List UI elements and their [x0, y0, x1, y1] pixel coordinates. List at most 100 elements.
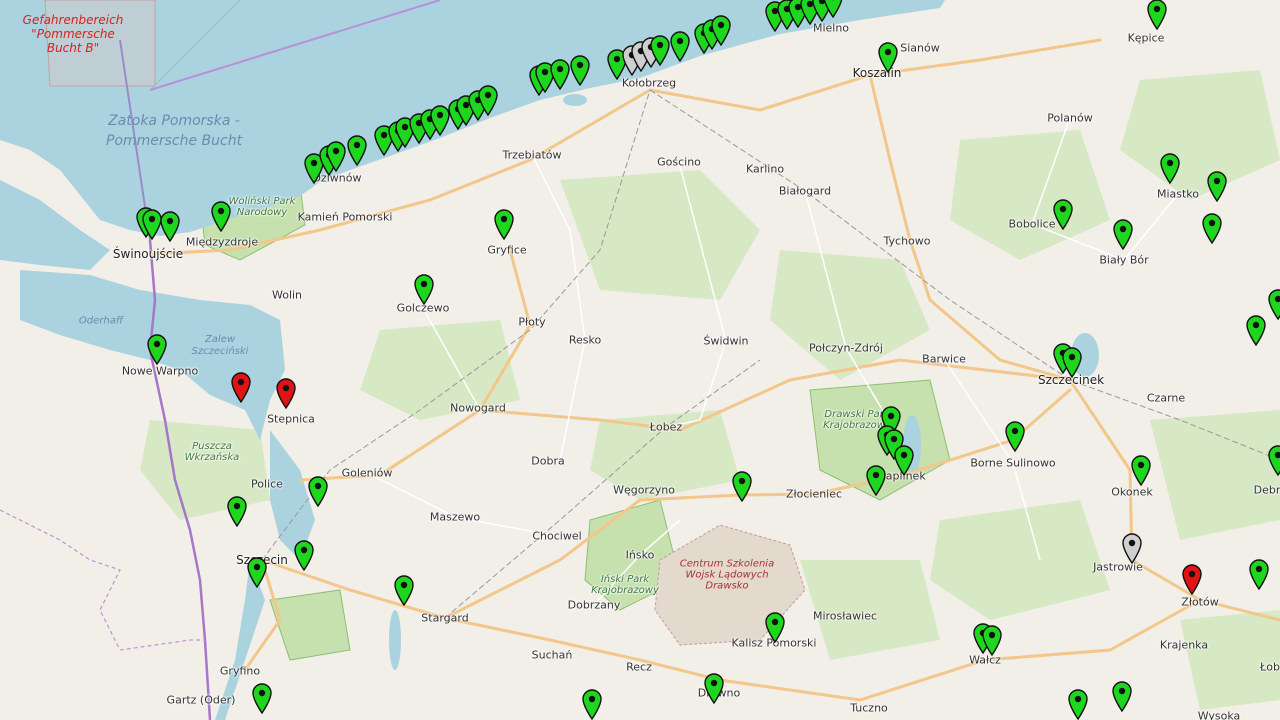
place-label: Police: [251, 477, 283, 491]
place-label: Kamień Pomorski: [297, 210, 393, 224]
map-pin-icon[interactable]: [581, 688, 603, 720]
map-pin-icon[interactable]: [159, 210, 181, 242]
map-view[interactable]: Gefahrenbereich "Pommersche Bucht B" Zat…: [0, 0, 1280, 720]
place-label: Łob: [1260, 660, 1280, 674]
map-pin-icon[interactable]: [865, 464, 887, 496]
lake-miedwie: [389, 610, 401, 670]
map-pin-icon[interactable]: [493, 208, 515, 240]
map-pin-icon[interactable]: [893, 444, 915, 476]
inski-park-label: Iński Park Krajobrazowy: [591, 574, 659, 596]
map-pin-icon[interactable]: [1146, 0, 1168, 30]
place-label: Biały Bór: [1099, 253, 1149, 267]
oderhaff-label: Oderhaff: [78, 315, 124, 327]
place-label: Międzyzdroje: [185, 235, 259, 249]
map-pin-icon[interactable]: [822, 0, 844, 18]
place-label: Stepnica: [267, 412, 315, 426]
map-pin-icon[interactable]: [146, 333, 168, 365]
map-pin-icon[interactable]: [413, 273, 435, 305]
place-label: Dobrzany: [567, 598, 621, 612]
place-label: Resko: [568, 333, 602, 347]
map-pin-icon[interactable]: [226, 495, 248, 527]
place-label: Borne Sulinowo: [970, 456, 1056, 470]
map-pin-icon[interactable]: [251, 682, 273, 714]
place-label: Miastko: [1156, 187, 1200, 201]
place-label: Płoty: [518, 315, 546, 329]
map-pin-icon[interactable]: [1052, 198, 1074, 230]
place-label: Świdwin: [703, 334, 749, 348]
place-label: Gartz (Oder): [166, 693, 236, 707]
place-label: Wolin: [271, 288, 303, 302]
map-pin-icon[interactable]: [1121, 532, 1143, 564]
map-pin-icon[interactable]: [1112, 218, 1134, 250]
map-pin-icon[interactable]: [1004, 420, 1026, 452]
place-label: Sianów: [900, 41, 940, 55]
map-pin-icon[interactable]: [1130, 454, 1152, 486]
place-label: Ińsko: [625, 548, 655, 562]
place-label: Recz: [626, 660, 652, 674]
place-label: Gościno: [657, 155, 701, 169]
map-pin-icon[interactable]: [1201, 212, 1223, 244]
military-area-label: Centrum Szkolenia Wojsk Lądowych Drawsko: [679, 558, 775, 592]
map-pin-icon[interactable]: [981, 624, 1003, 656]
map-pin-icon[interactable]: [764, 611, 786, 643]
map-pin-icon[interactable]: [293, 539, 315, 571]
map-pin-icon[interactable]: [325, 140, 347, 172]
map-pin-icon[interactable]: [649, 34, 671, 66]
place-label: Chociwel: [532, 529, 582, 543]
place-label: Tuczno: [850, 701, 888, 715]
map-pin-icon[interactable]: [1181, 563, 1203, 595]
place-label: Dobra: [531, 454, 565, 468]
map-pin-icon[interactable]: [703, 672, 725, 704]
map-pin-icon[interactable]: [346, 134, 368, 166]
map-pin-icon[interactable]: [569, 54, 591, 86]
map-pin-icon[interactable]: [1159, 152, 1181, 184]
place-label: Trzebiatów: [502, 148, 562, 162]
place-label: Nowe Warpno: [121, 364, 199, 378]
map-pin-icon[interactable]: [1061, 346, 1083, 378]
bay-label: Zatoka Pomorska - Pommersche Bucht: [105, 113, 243, 149]
map-pin-icon[interactable]: [393, 574, 415, 606]
place-label: Kępice: [1127, 31, 1165, 45]
map-pin-icon[interactable]: [1267, 288, 1280, 320]
danger-area-label: Gefahrenbereich "Pommersche Bucht B": [22, 13, 124, 55]
map-pin-icon[interactable]: [1206, 170, 1228, 202]
map-pin-icon[interactable]: [710, 14, 732, 46]
zalew-label: Zalew Szczeciński: [191, 334, 249, 357]
map-pin-icon[interactable]: [1248, 558, 1270, 590]
map-pin-icon[interactable]: [1245, 314, 1267, 346]
place-label: Polanów: [1047, 111, 1093, 125]
place-label: Węgorzyno: [613, 483, 675, 497]
place-label: Okonek: [1111, 485, 1153, 499]
place-label: Mirosławiec: [812, 609, 878, 623]
place-label: Czarne: [1146, 391, 1186, 405]
place-label: Debr: [1253, 483, 1280, 497]
map-pin-icon[interactable]: [230, 371, 252, 403]
place-label: Połczyn-Zdrój: [809, 341, 883, 355]
map-pin-icon[interactable]: [877, 41, 899, 73]
place-label: Złotów: [1181, 595, 1219, 609]
place-label: Krajenka: [1159, 638, 1209, 652]
map-pin-icon[interactable]: [1067, 688, 1089, 720]
map-pin-icon[interactable]: [1111, 680, 1133, 712]
place-label: Suchań: [531, 648, 573, 662]
place-label: Barwice: [922, 352, 966, 366]
place-label: Nowogard: [450, 401, 506, 415]
place-label: Świnoujście: [112, 247, 184, 261]
map-pin-icon[interactable]: [1267, 444, 1280, 476]
map-pin-icon[interactable]: [549, 58, 571, 90]
place-label: Kołobrzeg: [621, 76, 677, 90]
map-pin-icon[interactable]: [731, 470, 753, 502]
map-pin-icon[interactable]: [275, 377, 297, 409]
place-label: Wysoka: [1197, 709, 1241, 720]
map-pin-icon[interactable]: [210, 200, 232, 232]
map-pin-icon[interactable]: [246, 556, 268, 588]
place-label: Karlino: [745, 162, 785, 176]
map-pin-icon[interactable]: [307, 475, 329, 507]
map-pin-icon[interactable]: [477, 84, 499, 116]
map-base-layer: [0, 0, 1280, 720]
place-label: Goleniów: [341, 466, 393, 480]
map-pin-icon[interactable]: [669, 30, 691, 62]
place-label: Białogard: [778, 184, 832, 198]
place-label: Łobez: [649, 420, 683, 434]
place-label: Maszewo: [429, 510, 481, 524]
